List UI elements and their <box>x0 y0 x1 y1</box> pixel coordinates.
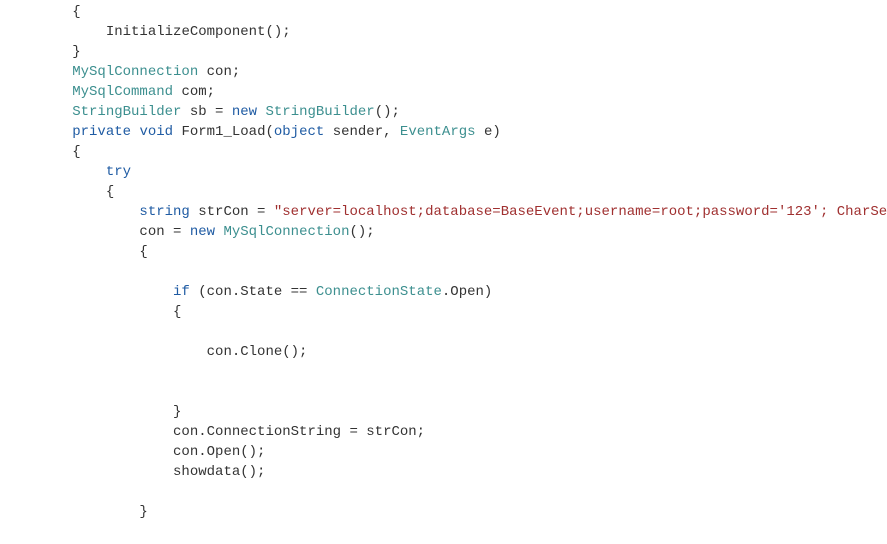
brace-close: } <box>139 504 147 520</box>
type-name: EventArgs <box>400 124 476 140</box>
code-block: { InitializeComponent(); } MySqlConnecti… <box>0 0 887 522</box>
brace-close: } <box>173 404 181 420</box>
brace-close: } <box>72 44 80 60</box>
keyword: void <box>139 124 173 140</box>
code-line: con.Open(); <box>173 444 265 460</box>
type-name: MySqlConnection <box>223 224 349 240</box>
type-name: MySqlConnection <box>72 64 198 80</box>
type-name: StringBuilder <box>265 104 374 120</box>
code-text: com; <box>173 84 215 100</box>
code-text: (); <box>375 104 400 120</box>
keyword: if <box>173 284 190 300</box>
keyword: new <box>232 104 257 120</box>
keyword: private <box>72 124 131 140</box>
keyword: try <box>106 164 131 180</box>
code-line: InitializeComponent(); <box>106 24 291 40</box>
keyword: new <box>190 224 215 240</box>
code-text: (con.State == <box>190 284 316 300</box>
code-text: e) <box>476 124 501 140</box>
brace-open: { <box>106 184 114 200</box>
type-name: StringBuilder <box>72 104 181 120</box>
code-line: con.Clone(); <box>207 344 308 360</box>
type-name: ConnectionState <box>316 284 442 300</box>
string-literal: "server=localhost;database=BaseEvent;use… <box>274 204 887 220</box>
code-text: strCon = <box>190 204 274 220</box>
brace-open: { <box>139 244 147 260</box>
brace-open: { <box>72 4 80 20</box>
code-text: con = <box>139 224 189 240</box>
keyword: string <box>139 204 189 220</box>
brace-open: { <box>72 144 80 160</box>
method-name: Form1_Load( <box>181 124 273 140</box>
code-text: .Open) <box>442 284 492 300</box>
code-text: (); <box>350 224 375 240</box>
type-name: MySqlCommand <box>72 84 173 100</box>
code-text: con; <box>198 64 240 80</box>
code-text: sb = <box>181 104 231 120</box>
code-line: showdata(); <box>173 464 265 480</box>
keyword: object <box>274 124 324 140</box>
code-line: con.ConnectionString = strCon; <box>173 424 425 440</box>
brace-open: { <box>173 304 181 320</box>
code-text: sender, <box>324 124 400 140</box>
